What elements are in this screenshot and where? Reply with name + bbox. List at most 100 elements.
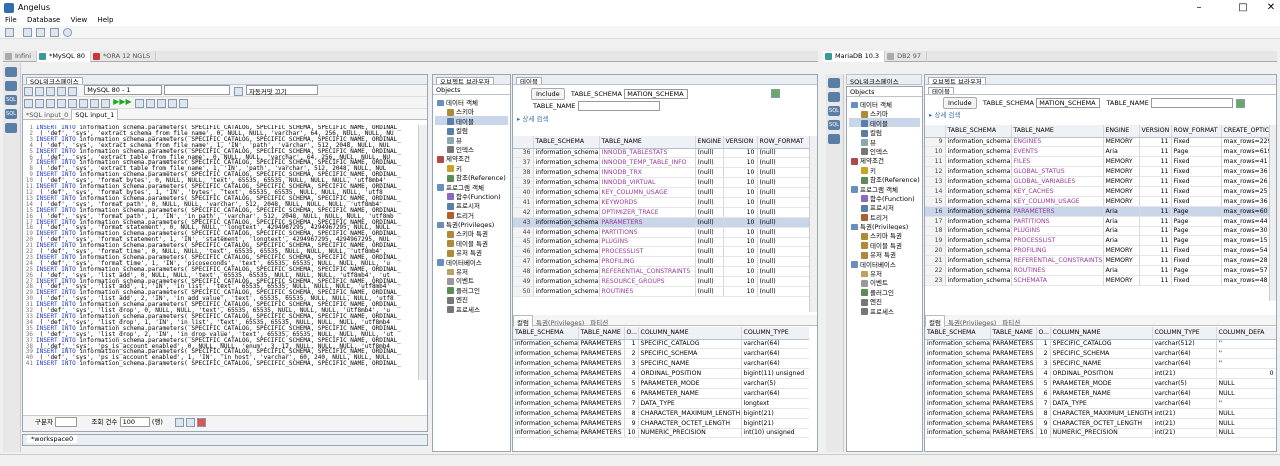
database-icon[interactable] (828, 92, 840, 102)
copy-icon[interactable] (68, 87, 77, 96)
detail-search-toggle[interactable]: ▸ 상세 검색 (513, 113, 817, 123)
column-header[interactable]: CREATE_OPTIC (1221, 125, 1269, 138)
tree-item[interactable]: 테이블 특권 (435, 238, 508, 248)
tab-sql-workspace-right[interactable]: SQL워크스페이스 (846, 74, 922, 85)
column-grid[interactable]: TABLE_SCHEMA TABLE_NAME O... COLUMN_NAME COL… (513, 327, 809, 451)
table-row[interactable]: information_schema PARAMETERS 7 DATA_TYPE lo… (513, 398, 809, 409)
column-header[interactable] (925, 125, 946, 138)
table-row[interactable]: information_schema PARAMETERS 1 SPECIFIC_CA… (513, 339, 809, 350)
history-icon[interactable] (90, 99, 99, 108)
tab-sql-workspace[interactable]: SQL워크스페이스 (26, 77, 83, 84)
column-header[interactable]: TABLE_SCHEMA (945, 125, 1012, 138)
database-icon[interactable] (5, 67, 17, 77)
table-row[interactable]: 46 information_schema PROCESSLIST (null) 10(… (513, 246, 809, 258)
upper-icon[interactable] (167, 99, 177, 108)
table-row[interactable]: information_schema PARAMETERS 2 SPECIFIC_SC… (513, 348, 809, 360)
conn-tab-mariadb[interactable]: MariaDB 10.3 (823, 51, 886, 62)
table-row[interactable]: information_schema PARAMETERS 2 SPECIFIC_SC… (925, 348, 1276, 360)
menu-help[interactable]: Help (97, 16, 113, 24)
tree-item[interactable]: 플러그인 (435, 285, 508, 295)
tab-object-browser[interactable]: 오브젝트 브라우저 (436, 77, 494, 84)
table-list-grid[interactable]: TABLE_SCHEMA TABLE_NAME ENGINE VERSION ROW_F… (925, 125, 1269, 301)
tree-item[interactable]: 스키마 (849, 108, 920, 118)
tree-item[interactable]: 특권(Privileges) (435, 219, 508, 229)
table-row[interactable]: information_schema PARAMETERS 9 CHARACTER_O… (513, 418, 809, 429)
table-row[interactable]: information_schema PARAMETERS 5 PARAMETER_M… (925, 378, 1276, 389)
cut-icon[interactable] (57, 87, 66, 96)
tree-item[interactable]: 제약조건 (849, 155, 920, 165)
new-icon[interactable] (24, 87, 33, 96)
column-header[interactable]: TABLE_NAME (990, 327, 1037, 340)
tree-item[interactable]: 유저 특권 (435, 247, 508, 257)
auto-commit-select[interactable]: 자동커밋 끄기 (245, 85, 318, 96)
table-row[interactable]: 23 information_schema SCHEMATA MEMORY 11 Fixe… (925, 275, 1269, 286)
column-header[interactable] (513, 136, 534, 149)
maximize-button[interactable]: □ (1228, 2, 1258, 13)
table-row[interactable]: 20 information_schema PROFILING MEMORY 11 Fix… (925, 245, 1269, 257)
sql-icon[interactable]: SQL (828, 120, 840, 130)
conn-tab-mysql80[interactable]: *MySQL 80 (37, 51, 91, 62)
table-row[interactable]: 22 information_schema ROUTINES Aria 11 Page ma… (925, 265, 1269, 276)
tree-item[interactable]: 데이터 객체 (435, 97, 508, 107)
column-header[interactable]: COLUMN_NAME (1050, 327, 1153, 340)
tree-item[interactable]: 트리거 (849, 212, 920, 222)
table-row[interactable]: 48 information_schema REFERENTIAL_CONSTRAI… (513, 266, 809, 278)
close-button[interactable]: ✕ (1256, 2, 1280, 13)
refresh-icon[interactable] (175, 418, 185, 427)
conn-tab-db2[interactable]: DB2 97 (885, 51, 927, 62)
column-header[interactable]: COLUMN_TYPE (741, 327, 809, 340)
column-header[interactable]: TABLE_SCHEMA (533, 136, 600, 149)
table-row[interactable]: 17 information_schema PARTITIONS Aria 11 Page… (925, 216, 1269, 227)
table-row[interactable]: 9 information_schema ENGINES MEMORY 11 Fixed m… (925, 137, 1269, 148)
run-icon[interactable] (24, 99, 33, 108)
database-icon[interactable] (828, 78, 840, 88)
table-name-input[interactable] (577, 101, 660, 111)
menu-file[interactable]: File (5, 16, 17, 24)
table-row[interactable]: information_schema PARAMETERS 5 PARAMETER_M… (513, 378, 809, 389)
schema-select[interactable]: MATION_SCHEMA (624, 89, 689, 99)
stop-icon[interactable] (57, 99, 66, 108)
table-row[interactable]: information_schema PARAMETERS 8 CHARACTER_M… (513, 408, 809, 419)
tree-item[interactable]: 컬럼 (849, 127, 920, 137)
open-icon[interactable] (35, 87, 44, 96)
import-icon[interactable] (156, 99, 166, 108)
column-header[interactable]: TABLE_NAME (578, 327, 625, 340)
tree-item[interactable]: 뷰 (849, 137, 920, 146)
table-row[interactable]: 16 information_schema PARAMETERS Aria 11 Page… (925, 206, 1269, 217)
execute-icon[interactable]: ▶▶▶ (113, 97, 131, 106)
column-header[interactable]: VERSION (1139, 125, 1172, 138)
tree-item[interactable]: 인덱스 (435, 144, 508, 154)
tree-item[interactable]: 프로시저 (849, 202, 920, 212)
tree-item[interactable]: 플러그인 (849, 287, 920, 297)
fetch-count-select[interactable]: 100 (119, 417, 150, 427)
include-button[interactable]: Include (943, 97, 977, 109)
tree-item[interactable]: 컬럼 (435, 125, 508, 135)
tree-item[interactable]: 인덱스 (849, 146, 920, 156)
table-row[interactable]: information_schema PARAMETERS 3 SPECIFIC_NA… (513, 358, 809, 370)
tree-item[interactable]: 프로세스 (849, 306, 920, 315)
detail-search-toggle[interactable]: ▸ 상세 검색 (925, 109, 1276, 119)
explain-icon[interactable] (46, 99, 55, 108)
column-header[interactable]: ENGINE (1103, 125, 1140, 138)
conn-tab-ora12[interactable]: *ORA 12 NGLS (91, 51, 157, 62)
find-icon[interactable] (101, 99, 110, 108)
print-icon[interactable] (49, 28, 59, 37)
column-header[interactable]: ENGINE (695, 136, 724, 149)
monitor-icon[interactable] (828, 134, 840, 144)
tree-item[interactable]: 프로세스 (435, 304, 508, 313)
table-row[interactable]: 38 information_schema INNODB_TRX (null) 10 (n… (513, 167, 809, 179)
commit-icon[interactable] (233, 87, 243, 96)
tree-item[interactable]: 테이블 특권 (849, 240, 920, 250)
tree-item[interactable]: 프로그램 객체 (849, 184, 920, 193)
menu-view[interactable]: View (71, 16, 88, 24)
tree-item[interactable]: 함수(Function) (435, 191, 508, 201)
column-header[interactable]: TABLE_SCHEMA (513, 327, 579, 340)
tree-item[interactable]: 엔진 (435, 294, 508, 304)
tree-item[interactable]: 특권(Privileges) (849, 221, 920, 231)
tree-item[interactable]: 스키마 특권 (435, 228, 508, 238)
search-icon[interactable] (771, 89, 780, 98)
column-header[interactable]: O... (1036, 327, 1051, 340)
table-row[interactable]: 21 information_schema REFERENTIAL_CONSTRAI… (925, 255, 1269, 267)
table-list-scrollbar[interactable] (1269, 125, 1276, 301)
run-script-icon[interactable] (35, 99, 44, 108)
